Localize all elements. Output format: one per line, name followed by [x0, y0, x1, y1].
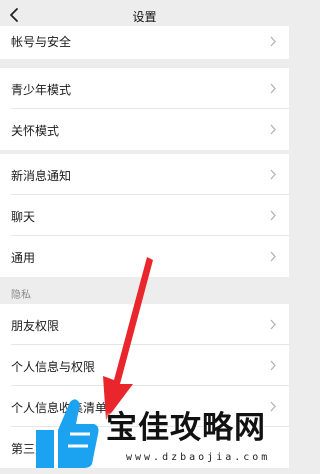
row-label: 帐号与安全	[11, 35, 72, 49]
row-label: 关怀模式	[11, 124, 60, 138]
row-chat[interactable]: 聊天	[0, 195, 289, 236]
row-label: 新消息通知	[11, 169, 72, 183]
row-label: 聊天	[11, 210, 36, 224]
thumbs-up-logo-icon	[36, 399, 99, 468]
watermark-brand: 宝佳攻略网	[106, 410, 266, 446]
chevron-right-icon	[270, 124, 276, 135]
row-label: 青少年模式	[11, 83, 72, 97]
chevron-right-icon	[270, 83, 276, 94]
watermark: 宝佳攻略网 www.dzbaojia.com	[30, 384, 289, 474]
chevron-right-icon	[270, 210, 276, 221]
mode-group: 青少年模式 关怀模式	[0, 68, 289, 150]
row-new-message-notify[interactable]: 新消息通知	[0, 154, 289, 195]
row-label: 朋友权限	[11, 319, 60, 333]
page-title: 设置	[132, 10, 157, 24]
chevron-right-icon	[270, 36, 276, 47]
chevron-right-icon	[270, 360, 276, 371]
row-care-mode[interactable]: 关怀模式	[0, 109, 289, 150]
row-label: 通用	[11, 251, 36, 265]
watermark-url: www.dzbaojia.com	[126, 452, 271, 463]
chevron-right-icon	[270, 319, 276, 330]
row-label: 个人信息与权限	[11, 360, 96, 374]
chevron-right-icon	[270, 169, 276, 180]
chevron-right-icon	[270, 251, 276, 262]
row-personal-info-permissions[interactable]: 个人信息与权限	[0, 345, 289, 386]
row-general[interactable]: 通用	[0, 236, 289, 277]
general-group: 新消息通知 聊天 通用	[0, 154, 289, 277]
account-group: 帐号与安全	[0, 26, 289, 59]
row-account-security[interactable]: 帐号与安全	[0, 26, 289, 59]
section-title: 隐私	[11, 290, 31, 301]
row-friend-permissions[interactable]: 朋友权限	[0, 304, 289, 345]
row-youth-mode[interactable]: 青少年模式	[0, 68, 289, 109]
privacy-section-header: 隐私	[0, 277, 289, 304]
